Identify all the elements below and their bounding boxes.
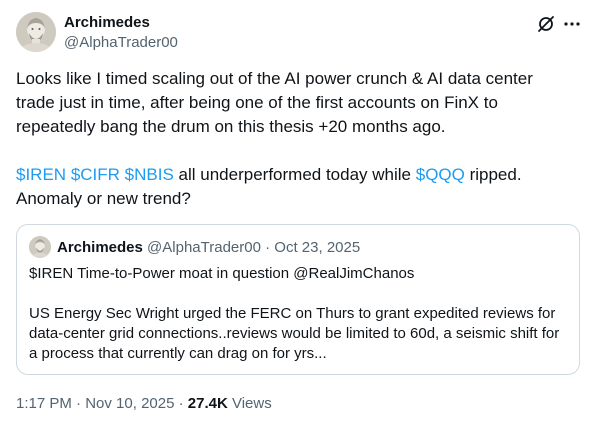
footer-separator-2: ·: [174, 395, 188, 412]
quoted-author-name: Archimedes: [57, 239, 143, 256]
tweet-text-mid: all underperformed today while: [173, 165, 416, 184]
avatar-bust-image: [16, 12, 56, 52]
post-date[interactable]: Nov 10, 2025: [85, 395, 174, 412]
tweet: Archimedes @AlphaTrader00 Looks like I t…: [0, 0, 596, 425]
tweet-text-question: Anomaly or new trend?: [16, 189, 191, 208]
quoted-header: Archimedes @AlphaTrader00 · Oct 23, 2025: [57, 238, 360, 258]
views-label: Views: [227, 395, 272, 412]
cashtag-qqq[interactable]: $QQQ: [416, 165, 465, 184]
quoted-avatar-bust-image: [29, 236, 51, 258]
tweet-text: Looks like I timed scaling out of the AI…: [16, 69, 533, 136]
quoted-tweet[interactable]: Archimedes @AlphaTrader00 · Oct 23, 2025…: [16, 224, 580, 375]
cashtag-iren[interactable]: $IREN: [16, 165, 66, 184]
cashtag-cifr[interactable]: $CIFR: [71, 165, 120, 184]
avatar[interactable]: [16, 12, 56, 52]
tweet-footer: 1:17 PM · Nov 10, 2025 · 27.4K Views: [16, 394, 272, 414]
footer-separator: ·: [71, 395, 86, 412]
grok-icon[interactable]: [536, 14, 556, 34]
views-count: 27.4K: [187, 395, 228, 412]
quoted-body: US Energy Sec Wright urged the FERC on T…: [29, 305, 560, 362]
author-handle[interactable]: @AlphaTrader00: [64, 33, 178, 53]
more-icon[interactable]: [562, 14, 582, 34]
quoted-avatar[interactable]: [29, 236, 51, 258]
quoted-title: $IREN Time-to-Power moat in question @Re…: [29, 265, 415, 282]
quoted-separator: ·: [260, 239, 275, 256]
quoted-date: Oct 23, 2025: [274, 239, 361, 256]
tweet-text-end: ripped.: [464, 165, 522, 184]
author-name[interactable]: Archimedes: [64, 13, 150, 33]
post-time[interactable]: 1:17 PM: [16, 395, 72, 412]
cashtag-nbis[interactable]: $NBIS: [125, 165, 174, 184]
quoted-author-handle: @AlphaTrader00: [147, 239, 261, 256]
tweet-text-cashtags: $IREN $CIFR $NBIS all underperformed tod…: [16, 163, 580, 211]
